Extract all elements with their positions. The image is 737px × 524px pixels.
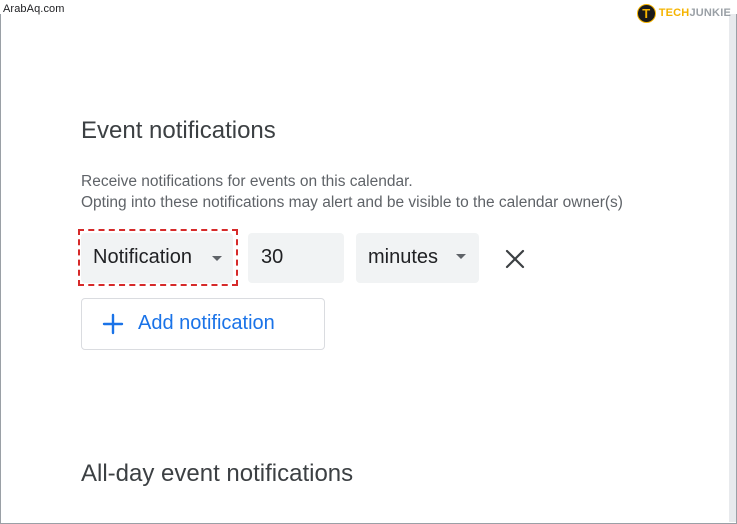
event-notifications-description-1: Receive notifications for events on this… — [81, 173, 413, 190]
close-icon — [505, 249, 525, 269]
brand-tech: TECH — [658, 7, 690, 19]
remove-notification-button[interactable] — [502, 246, 528, 272]
notification-amount-value: 30 — [261, 246, 284, 268]
brand-junkie: JUNKIE — [689, 7, 731, 19]
add-notification-label: Add notification — [138, 312, 275, 334]
brand-logo: T TECHJUNKIE — [636, 3, 731, 23]
event-notifications-description-2: Opting into these notifications may aler… — [81, 194, 623, 211]
watermark-text: ArabAq.com — [3, 3, 65, 15]
allday-notifications-title: All-day event notifications — [81, 460, 354, 487]
notification-unit-select[interactable]: minutes — [356, 233, 479, 283]
notification-type-value: Notification — [93, 246, 192, 268]
notification-amount-input[interactable]: 30 — [248, 233, 344, 283]
notification-unit-value: minutes — [368, 246, 439, 268]
caret-down-icon — [456, 254, 466, 259]
brand-name: TECHJUNKIE — [659, 7, 731, 19]
brand-badge-icon: T — [636, 3, 656, 23]
scrollbar-track[interactable] — [729, 14, 736, 522]
plus-icon — [102, 313, 124, 335]
caret-down-icon — [212, 256, 222, 261]
add-notification-button[interactable]: Add notification — [81, 298, 325, 350]
notification-type-select[interactable]: Notification — [81, 233, 233, 283]
top-strip — [0, 0, 737, 14]
event-notifications-title: Event notifications — [81, 117, 276, 144]
